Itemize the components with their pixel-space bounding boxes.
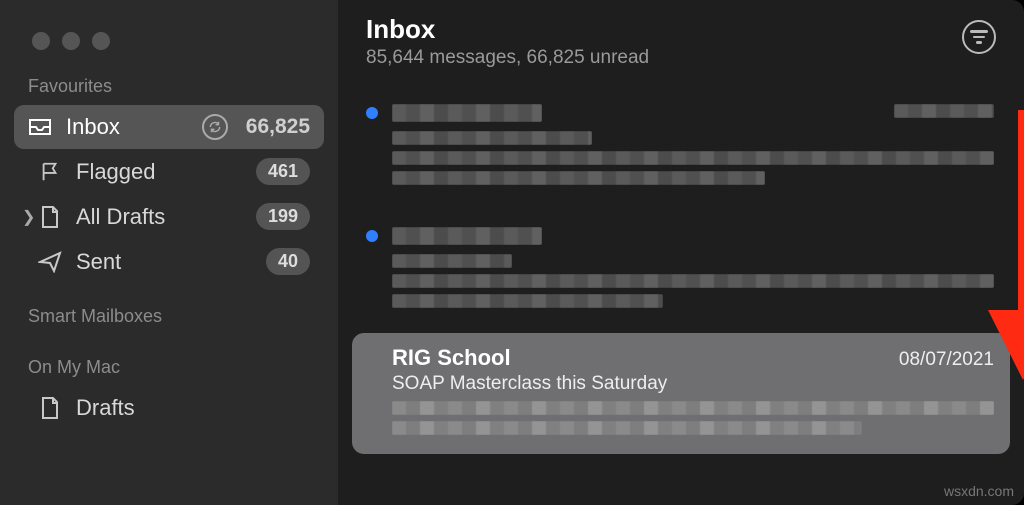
- redacted-preview: [392, 171, 765, 185]
- message-subject: SOAP Masterclass this Saturday: [392, 373, 994, 395]
- redacted-sender: [392, 227, 542, 245]
- sidebar: Favourites Inbox 66,825 Flagged 461 ❯: [0, 0, 338, 505]
- unread-dot-icon: [366, 107, 378, 119]
- watermark: wsxdn.com: [944, 483, 1014, 499]
- message-list[interactable]: RIG School 08/07/2021 SOAP Masterclass t…: [338, 81, 1024, 505]
- filter-button[interactable]: [962, 20, 996, 54]
- unread-dot-icon: [366, 230, 378, 242]
- message-date: 08/07/2021: [899, 349, 994, 371]
- zoom-window-button[interactable]: [92, 32, 110, 50]
- inbox-count: 66,825: [246, 115, 310, 139]
- redacted-preview: [392, 401, 994, 415]
- minimize-window-button[interactable]: [62, 32, 80, 50]
- redacted-subject: [392, 131, 592, 145]
- flag-icon: [38, 161, 62, 183]
- flagged-badge: 461: [256, 158, 310, 185]
- sidebar-item-all-drafts[interactable]: ❯ All Drafts 199: [14, 194, 324, 239]
- inbox-icon: [28, 117, 52, 137]
- sent-badge: 40: [266, 248, 310, 275]
- send-icon: [38, 251, 62, 273]
- section-favourites: Favourites: [14, 76, 324, 105]
- sidebar-item-local-drafts[interactable]: Drafts: [14, 386, 324, 430]
- page-title: Inbox: [366, 14, 649, 45]
- flagged-label: Flagged: [76, 159, 242, 185]
- section-on-my-mac: On My Mac: [14, 357, 324, 386]
- sidebar-item-sent[interactable]: Sent 40: [14, 239, 324, 284]
- sidebar-item-inbox[interactable]: Inbox 66,825: [14, 105, 324, 149]
- message-row-selected[interactable]: RIG School 08/07/2021 SOAP Masterclass t…: [352, 333, 1010, 454]
- page-subtitle: 85,644 messages, 66,825 unread: [366, 47, 649, 69]
- document-icon: [38, 205, 62, 229]
- document-icon: [38, 396, 62, 420]
- redacted-date: [894, 104, 994, 118]
- redacted-preview: [392, 151, 994, 165]
- redacted-preview: [392, 274, 994, 288]
- sent-label: Sent: [76, 249, 252, 275]
- all-drafts-badge: 199: [256, 203, 310, 230]
- message-row[interactable]: [352, 210, 1010, 327]
- local-drafts-label: Drafts: [76, 395, 310, 421]
- close-window-button[interactable]: [32, 32, 50, 50]
- main-header: Inbox 85,644 messages, 66,825 unread: [338, 0, 1024, 81]
- redacted-sender: [392, 104, 542, 122]
- inbox-label: Inbox: [66, 114, 188, 140]
- message-row[interactable]: [352, 87, 1010, 204]
- sidebar-item-flagged[interactable]: Flagged 461: [14, 149, 324, 194]
- section-smart-mailboxes: Smart Mailboxes: [14, 306, 324, 335]
- redacted-subject: [392, 254, 512, 268]
- window-controls: [14, 24, 324, 76]
- chevron-right-icon[interactable]: ❯: [22, 207, 32, 227]
- redacted-preview: [392, 421, 862, 435]
- sync-icon: [202, 114, 228, 140]
- all-drafts-label: All Drafts: [76, 204, 242, 230]
- message-sender: RIG School: [392, 345, 511, 371]
- main-pane: Inbox 85,644 messages, 66,825 unread: [338, 0, 1024, 505]
- redacted-preview: [392, 294, 663, 308]
